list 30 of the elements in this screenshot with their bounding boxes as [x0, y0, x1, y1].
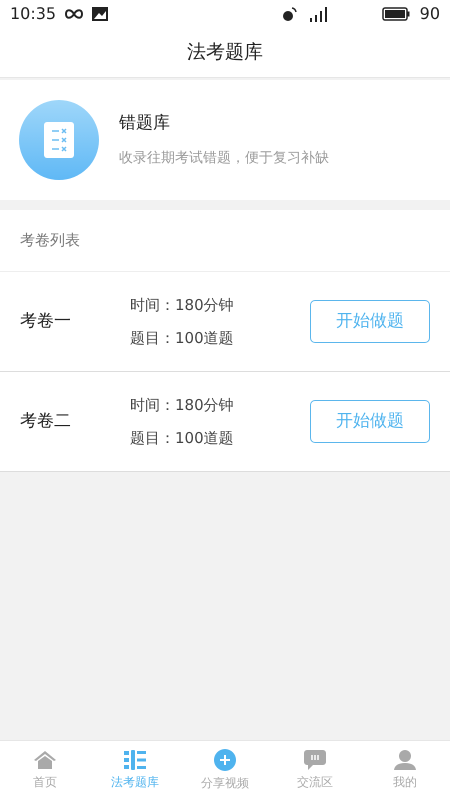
- nav-tab[interactable]: 我的: [360, 741, 450, 800]
- chat-icon: [304, 750, 326, 770]
- paper-count: 题目：100道题: [130, 428, 235, 448]
- status-time: 10:35: [10, 3, 56, 25]
- paper-name: 考卷一: [20, 310, 72, 333]
- start-button[interactable]: 开始做题: [310, 300, 430, 343]
- home-icon: [33, 750, 57, 770]
- wrong-bank-card[interactable]: 错题库 收录往期考试错题，便于复习补缺: [0, 80, 450, 200]
- nav-tab[interactable]: 首页: [0, 741, 90, 800]
- nav-tab[interactable]: 交流区: [270, 741, 360, 800]
- plus-icon: [214, 749, 236, 771]
- card-subtitle: 收录往期考试错题，便于复习补缺: [119, 149, 329, 168]
- paper-count: 题目：100道题: [130, 328, 235, 348]
- notebook-icon: [19, 100, 99, 180]
- battery-level: 90: [420, 3, 440, 25]
- paper-time: 时间：180分钟: [130, 295, 235, 316]
- nav-tab[interactable]: 分享视频: [180, 741, 270, 800]
- start-button[interactable]: 开始做题: [310, 400, 430, 443]
- card-title: 错题库: [119, 112, 171, 135]
- nav-tab[interactable]: 法考题库: [90, 741, 180, 800]
- paper-name: 考卷二: [20, 410, 72, 433]
- list-icon: [124, 750, 146, 770]
- paper-time: 时间：180分钟: [130, 395, 235, 416]
- page-title: 法考题库: [187, 40, 263, 66]
- image-icon: [92, 7, 108, 21]
- section-title: 考卷列表: [20, 230, 80, 252]
- infinity-icon: [64, 9, 84, 19]
- user-icon: [394, 750, 416, 770]
- hotspot-icon: [282, 6, 298, 22]
- battery-icon: [382, 7, 410, 21]
